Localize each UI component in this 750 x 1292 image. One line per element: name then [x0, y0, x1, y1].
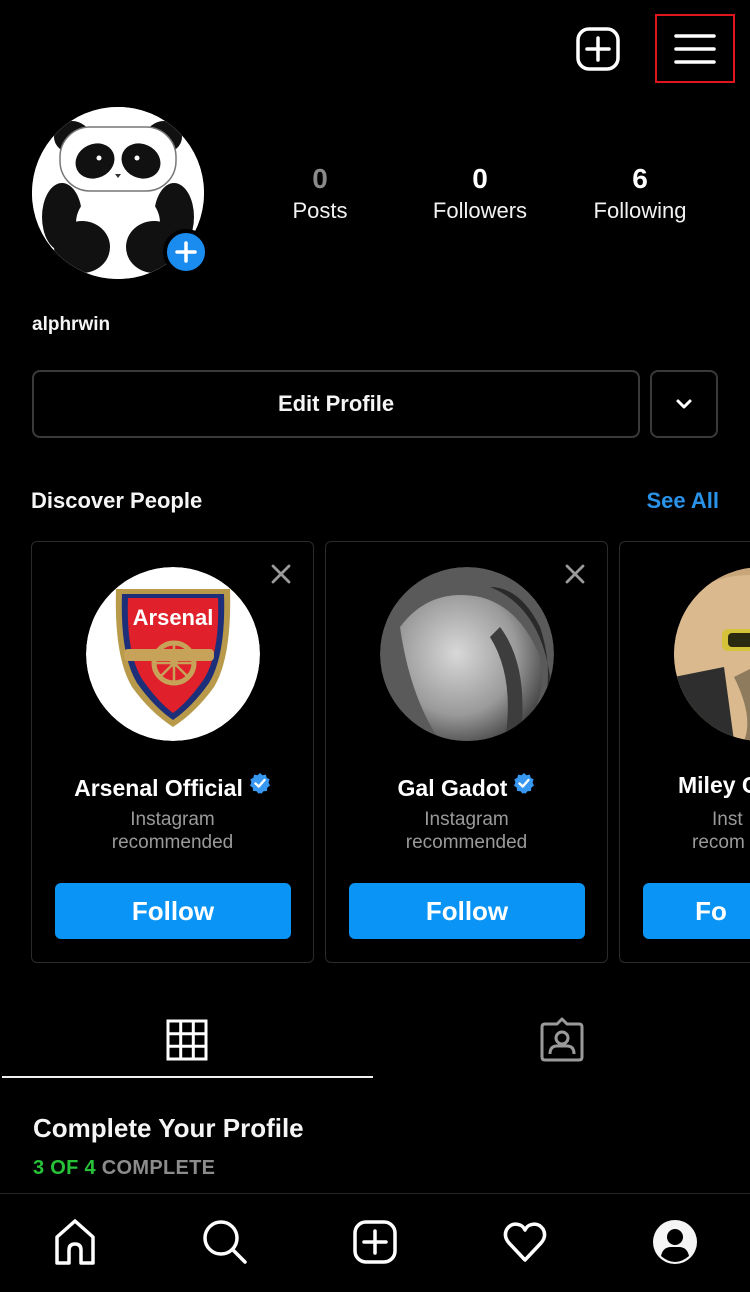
- plus-square-icon: [576, 27, 620, 71]
- nav-home[interactable]: [49, 1216, 101, 1268]
- suggestion-card[interactable]: Gal Gadot Instagram recommended Follow: [325, 541, 608, 963]
- heart-icon: [503, 1222, 547, 1262]
- bottom-nav: [0, 1194, 750, 1292]
- hamburger-menu-icon: [674, 33, 716, 64]
- close-icon: [271, 564, 291, 584]
- stat-following[interactable]: 6 Following: [560, 162, 720, 226]
- active-tab-indicator: [2, 1076, 373, 1078]
- close-icon: [565, 564, 585, 584]
- progress-done: 3 OF 4: [33, 1157, 96, 1179]
- suggestion-name[interactable]: Gal Gadot: [326, 772, 607, 802]
- tab-grid[interactable]: [0, 1000, 373, 1080]
- followers-label: Followers: [432, 198, 528, 223]
- plus-icon: [175, 241, 197, 263]
- tagged-person-icon: [540, 1017, 583, 1062]
- following-label: Following: [593, 198, 687, 223]
- profile-avatar[interactable]: [32, 107, 209, 279]
- suggestion-reason: Instagram recommended: [111, 809, 234, 853]
- username: alphrwin: [32, 314, 111, 335]
- follow-button[interactable]: Follow: [55, 883, 291, 939]
- progress-label: COMPLETE: [101, 1157, 216, 1179]
- followers-count: 0: [472, 163, 488, 194]
- gal-gadot-avatar[interactable]: [380, 567, 554, 741]
- suggestion-name[interactable]: Arsenal Official: [32, 772, 313, 802]
- new-post-button[interactable]: [575, 26, 621, 72]
- nav-new-post[interactable]: [349, 1216, 401, 1268]
- suggestion-card[interactable]: Miley C Inst recom Fo: [619, 541, 750, 963]
- follow-button[interactable]: Fo: [643, 883, 750, 939]
- dismiss-button[interactable]: [269, 562, 293, 586]
- search-icon: [203, 1220, 247, 1264]
- posts-label: Posts: [292, 198, 348, 223]
- suggestion-name[interactable]: Miley C: [678, 772, 750, 799]
- edit-profile-button[interactable]: Edit Profile: [32, 370, 640, 438]
- svg-text:Arsenal: Arsenal: [133, 605, 214, 630]
- suggestions-toggle-button[interactable]: [650, 370, 718, 438]
- stat-posts[interactable]: 0 Posts: [240, 162, 400, 226]
- suggestion-card[interactable]: Arsenal Arsenal Official Instagram recom…: [31, 541, 314, 963]
- grid-icon: [166, 1019, 207, 1061]
- verified-badge-icon: [249, 773, 270, 794]
- following-count: 6: [632, 163, 648, 194]
- profile-tabs: [0, 1000, 750, 1080]
- dismiss-button[interactable]: [563, 562, 587, 586]
- nav-activity[interactable]: [499, 1216, 551, 1268]
- menu-button[interactable]: [655, 14, 735, 83]
- profile-icon: [653, 1220, 697, 1264]
- profile-stats: 0 Posts 0 Followers 6 Following: [240, 162, 720, 232]
- verified-badge-icon: [514, 773, 535, 794]
- complete-profile-progress: 3 OF 4 COMPLETE: [33, 1157, 215, 1180]
- nav-search[interactable]: [199, 1216, 251, 1268]
- follow-button[interactable]: Follow: [349, 883, 585, 939]
- nav-profile[interactable]: [649, 1216, 701, 1268]
- suggestion-reason: Instagram recommended: [405, 809, 528, 853]
- posts-count: 0: [312, 163, 328, 194]
- see-all-link[interactable]: See All: [646, 488, 719, 514]
- discover-people-title: Discover People: [31, 488, 203, 513]
- complete-profile-title: Complete Your Profile: [33, 1113, 304, 1143]
- suggestion-reason: Inst recom: [692, 809, 745, 853]
- tab-tagged[interactable]: [375, 1000, 748, 1080]
- arsenal-logo-avatar[interactable]: Arsenal: [86, 567, 260, 741]
- top-bar: [0, 0, 750, 95]
- home-icon: [55, 1219, 95, 1265]
- stat-followers[interactable]: 0 Followers: [400, 162, 560, 226]
- add-story-button[interactable]: [163, 229, 209, 275]
- miley-avatar[interactable]: [674, 567, 750, 741]
- plus-square-icon: [353, 1220, 397, 1264]
- chevron-down-icon: [676, 399, 692, 409]
